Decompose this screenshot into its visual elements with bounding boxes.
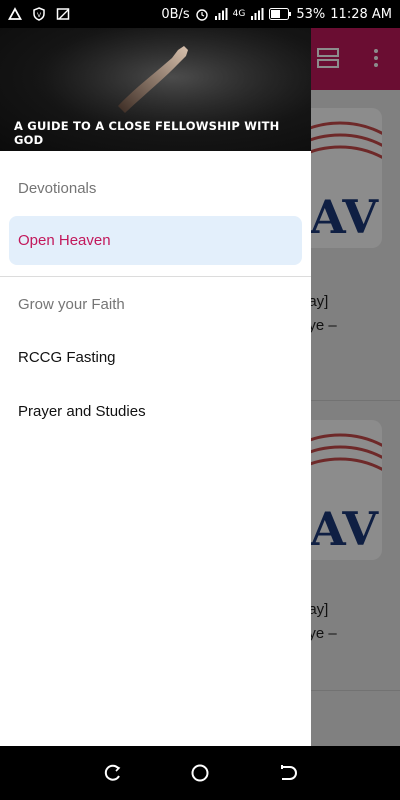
drawer-header: A GUIDE TO A CLOSE FELLOWSHIP WITH GOD [0, 28, 311, 151]
recent-apps-button[interactable] [101, 761, 125, 785]
home-button[interactable] [188, 761, 212, 785]
header-caption: A GUIDE TO A CLOSE FELLOWSHIP WITH GOD [14, 119, 280, 147]
home-icon [191, 764, 209, 782]
vpn-shield-icon: V [33, 7, 45, 21]
section-label-grow-your-faith: Grow your Faith [18, 296, 125, 313]
menu-item-label: RCCG Fasting [18, 349, 116, 366]
battery-percent: 53% [296, 6, 326, 22]
drive-icon [8, 7, 22, 20]
drawer-divider [0, 276, 311, 277]
menu-item-rccg-fasting[interactable]: RCCG Fasting [9, 333, 302, 382]
signal-icon-2 [251, 8, 264, 20]
menu-item-label: Prayer and Studies [18, 403, 146, 420]
menu-item-open-heaven[interactable]: Open Heaven [9, 216, 302, 265]
system-nav-bar [0, 746, 400, 800]
alarm-icon [195, 9, 208, 21]
status-bar: V 0B/s 4G 53% 11:28 AM [0, 0, 400, 28]
network-type: 4G [232, 9, 246, 19]
back-button[interactable] [275, 761, 299, 785]
cast-icon [56, 8, 70, 20]
battery-icon [269, 8, 292, 20]
menu-item-prayer-and-studies[interactable]: Prayer and Studies [9, 387, 302, 436]
network-speed: 0B/s [161, 6, 190, 22]
navigation-drawer: A GUIDE TO A CLOSE FELLOWSHIP WITH GOD D… [0, 28, 311, 746]
recent-apps-icon [105, 764, 121, 781]
section-label-devotionals: Devotionals [18, 180, 97, 197]
menu-item-label: Open Heaven [18, 232, 111, 249]
back-icon [280, 765, 297, 780]
signal-icon [214, 8, 228, 20]
clock: 11:28 AM [330, 6, 392, 22]
